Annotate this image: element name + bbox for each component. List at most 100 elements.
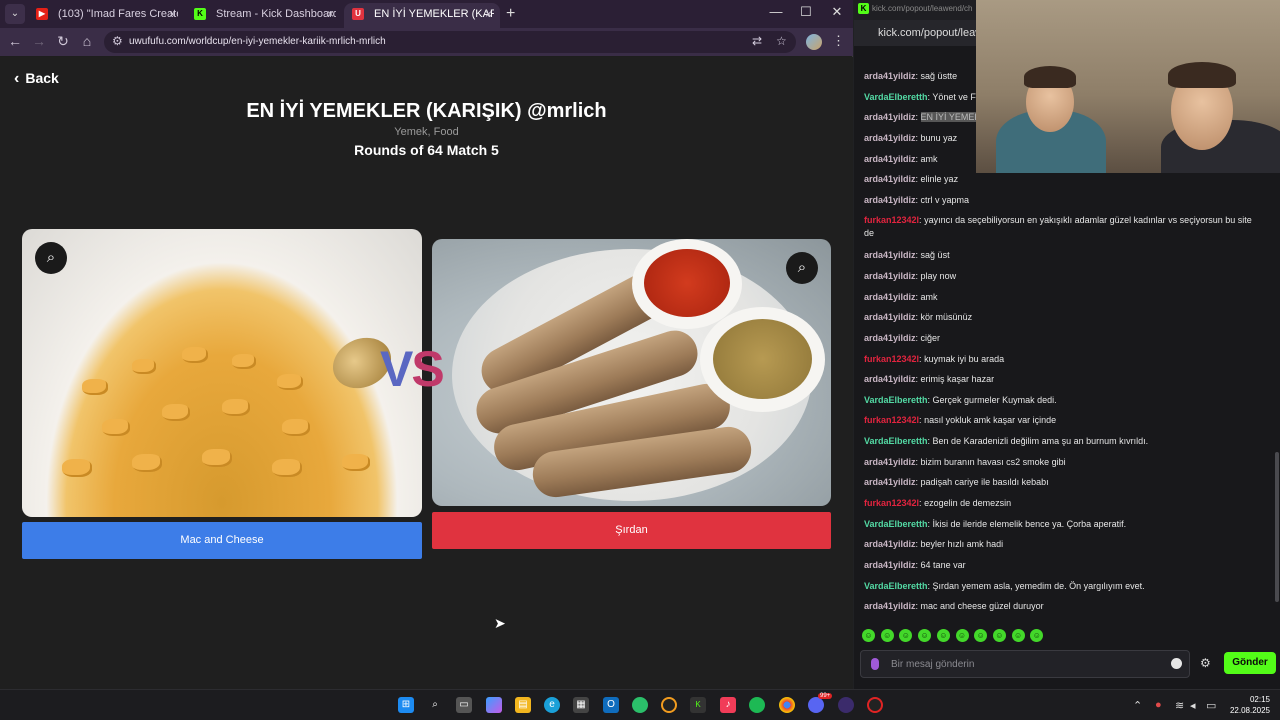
chat-username[interactable]: arda41yildiz (864, 71, 916, 81)
chat-username[interactable]: arda41yildiz (864, 457, 916, 467)
emote-icon[interactable]: ☺ (992, 629, 1006, 642)
emote-icon[interactable]: ☺ (918, 629, 932, 642)
close-tab-icon[interactable]: × (485, 3, 492, 25)
tab-kick-dashboard[interactable]: K Stream - Kick Dashboard × (186, 3, 342, 28)
zoom-icon-left[interactable]: ⌕ (35, 242, 67, 274)
microphone-icon[interactable] (871, 658, 879, 670)
close-tab-icon[interactable]: × (327, 3, 334, 25)
chat-username[interactable]: arda41yildiz (864, 112, 916, 122)
zoom-icon-right[interactable]: ⌕ (786, 252, 818, 284)
maximize-icon[interactable]: ☐ (796, 4, 816, 20)
reload-icon[interactable]: ↻ (53, 33, 73, 50)
chat-username[interactable]: furkan12342l (864, 215, 919, 225)
address-bar[interactable]: ⚙ uwufufu.com/worldcup/en-iyi-yemekler-k… (104, 31, 796, 53)
chat-username[interactable]: arda41yildiz (864, 560, 916, 570)
chat-input-box[interactable] (860, 650, 1190, 678)
emote-icon[interactable]: ☺ (974, 629, 988, 642)
tab-uwufufu[interactable]: U EN İYİ YEMEKLER (KARIŞIK) @mr × (344, 3, 500, 28)
windows-start-icon[interactable]: ⊞ (398, 697, 414, 713)
choice-button-left[interactable]: Mac and Cheese (22, 522, 422, 559)
app-icon-purple[interactable] (838, 697, 854, 713)
task-view-icon[interactable]: ▭ (456, 697, 472, 713)
tray-overflow-icon[interactable]: ⌃ (1133, 699, 1142, 712)
chat-username[interactable]: furkan12342l (864, 354, 919, 364)
app-icon-red[interactable] (867, 697, 883, 713)
profile-avatar[interactable] (806, 34, 822, 50)
back-arrow-icon[interactable]: ← (5, 33, 25, 49)
close-window-icon[interactable]: ✕ (827, 4, 847, 20)
chat-text: bunu yaz (920, 133, 958, 143)
emoji-icon[interactable] (1171, 658, 1182, 669)
translate-icon[interactable]: ⇄ (752, 34, 762, 48)
new-tab-button[interactable]: + (506, 5, 515, 23)
chat-username[interactable]: arda41yildiz (864, 312, 916, 322)
chat-text: EN İYİ YEMEK (920, 112, 981, 122)
chat-username[interactable]: arda41yildiz (864, 477, 916, 487)
chat-text: Yönet ve F (932, 92, 976, 102)
outlook-icon[interactable]: O (603, 697, 619, 713)
app-icon-ring[interactable] (661, 697, 677, 713)
emote-icon[interactable]: ☺ (880, 629, 894, 642)
chat-scrollbar[interactable] (1275, 452, 1279, 602)
chat-username[interactable]: arda41yildiz (864, 374, 916, 384)
chat-username[interactable]: VardaElberetth (864, 519, 928, 529)
back-button[interactable]: ‹ Back (14, 70, 59, 88)
chat-username[interactable]: arda41yildiz (864, 333, 916, 343)
chat-username[interactable]: arda41yildiz (864, 174, 916, 184)
chat-username[interactable]: arda41yildiz (864, 539, 916, 549)
chat-username[interactable]: arda41yildiz (864, 292, 916, 302)
discord-icon[interactable] (808, 697, 824, 713)
tab-youtube[interactable]: ▶ (103) "Imad Fares Creates An A × (28, 3, 184, 28)
sirdan-image[interactable] (432, 239, 831, 506)
search-icon[interactable]: ⌕ (427, 697, 443, 713)
emote-icon[interactable]: ☺ (936, 629, 950, 642)
app-icon-green[interactable] (632, 697, 648, 713)
chat-message-input[interactable] (891, 656, 1151, 672)
copilot-icon[interactable] (486, 697, 502, 713)
chat-username[interactable]: arda41yildiz (864, 271, 916, 281)
store-icon[interactable]: ▦ (573, 697, 589, 713)
home-icon[interactable]: ⌂ (77, 33, 97, 49)
send-button[interactable]: Gönder (1224, 652, 1276, 674)
bookmark-star-icon[interactable]: ☆ (776, 34, 787, 48)
chat-username[interactable]: VardaElberetth (864, 436, 928, 446)
minimize-icon[interactable]: — (766, 4, 786, 19)
chat-settings-icon[interactable]: ⚙ (1200, 656, 1211, 670)
chat-username[interactable]: arda41yildiz (864, 154, 916, 164)
volume-icon[interactable]: ◂ (1190, 699, 1196, 712)
battery-icon[interactable]: ▭ (1206, 699, 1216, 712)
file-explorer-icon[interactable]: ▤ (515, 697, 531, 713)
microphone-tray-icon[interactable]: ● (1155, 699, 1162, 711)
forward-arrow-icon[interactable]: → (29, 33, 49, 49)
chat-username[interactable]: arda41yildiz (864, 195, 916, 205)
emote-icon[interactable]: ☺ (1030, 629, 1044, 642)
chat-username[interactable]: VardaElberetth (864, 581, 928, 591)
wifi-icon[interactable]: ≋ (1175, 699, 1184, 712)
emote-icon[interactable]: ☺ (899, 629, 913, 642)
macaroni-shape (282, 419, 310, 436)
browser-menu-icon[interactable]: ⋮ (832, 33, 845, 49)
chrome-icon[interactable] (779, 697, 795, 713)
chat-username[interactable]: arda41yildiz (864, 133, 916, 143)
edge-icon[interactable]: e (544, 697, 560, 713)
music-icon[interactable]: ♪ (720, 697, 736, 713)
tab-search-button[interactable]: ⌄ (5, 4, 25, 24)
chat-username[interactable]: furkan12342l (864, 415, 919, 425)
system-clock[interactable]: 02:15 22.08.2025 (1226, 694, 1270, 716)
choice-button-right[interactable]: Şırdan (432, 512, 831, 549)
site-info-icon[interactable]: ⚙ (112, 34, 123, 48)
spotify-icon[interactable] (749, 697, 765, 713)
chat-username[interactable]: VardaElberetth (864, 395, 928, 405)
chat-username[interactable]: furkan12342l (864, 498, 919, 508)
chat-text: Gerçek gurmeler Kuymak dedi. (932, 395, 1057, 405)
mac-and-cheese-image[interactable] (22, 229, 422, 517)
close-tab-icon[interactable]: × (169, 3, 176, 25)
emote-icon[interactable]: ☺ (955, 629, 969, 642)
chat-text: Şırdan yemem asla, yemedim de. Ön yargıl… (932, 581, 1145, 591)
emote-icon[interactable]: ☺ (1011, 629, 1025, 642)
kick-app-icon[interactable]: K (690, 697, 706, 713)
chat-username[interactable]: VardaElberetth (864, 92, 928, 102)
emote-icon[interactable]: ☺ (862, 629, 875, 642)
chat-username[interactable]: arda41yildiz (864, 601, 916, 611)
chat-username[interactable]: arda41yildiz (864, 250, 916, 260)
